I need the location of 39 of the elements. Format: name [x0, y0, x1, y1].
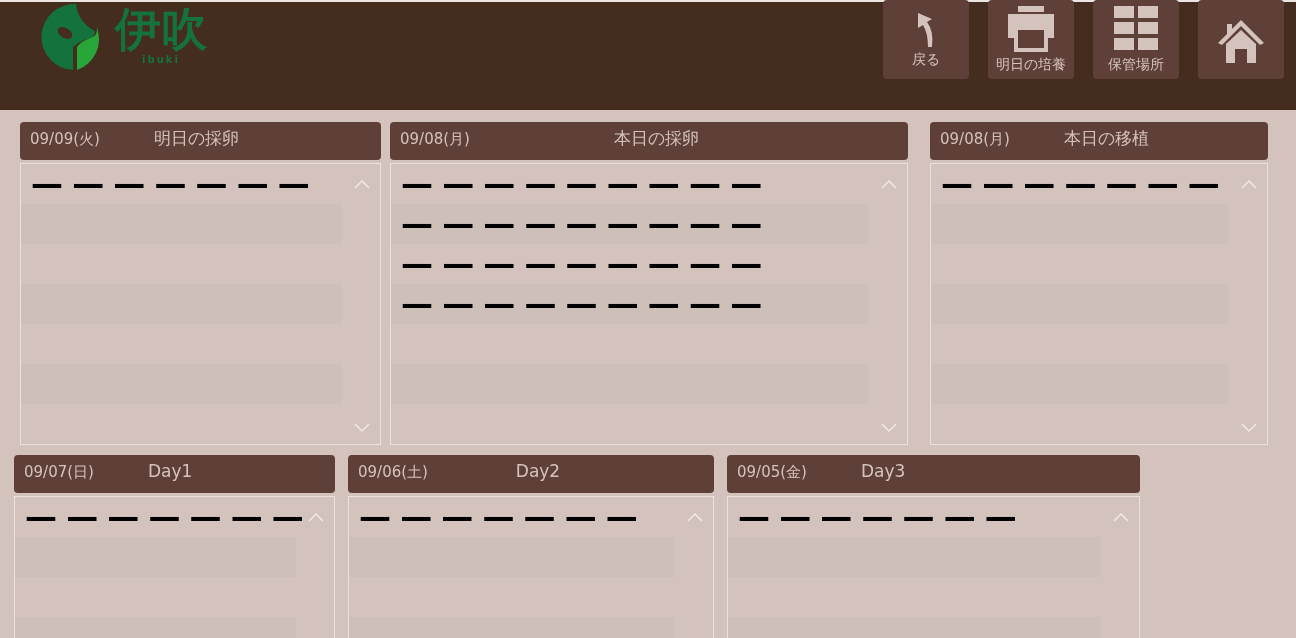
placeholder-dashes: — — — — — — — — [359, 507, 637, 527]
panel-title: 本日の移植 — [1064, 127, 1150, 150]
logo-subtext: ibuki — [142, 55, 180, 65]
panel-date: 09/06(土) — [358, 462, 429, 483]
chevron-up-icon[interactable] — [881, 180, 897, 189]
toolbar-button[interactable]: 保管場所 — [1093, 0, 1179, 79]
placeholder-dashes: — — — — — — — — — — [401, 254, 762, 274]
chevron-up-icon[interactable] — [1241, 180, 1257, 189]
printer-icon — [1006, 6, 1056, 52]
home-button[interactable] — [1198, 0, 1284, 79]
grid-icon — [1112, 6, 1160, 52]
panel-date: 09/08(月) — [400, 129, 471, 150]
home-icon — [1217, 17, 1265, 64]
chevron-up-icon[interactable] — [1113, 513, 1129, 522]
toolbar-button[interactable]: 戻る — [883, 0, 969, 79]
chevron-down-icon[interactable] — [1241, 423, 1257, 432]
chevron-down-icon[interactable] — [881, 423, 897, 432]
panel-date: 09/09(火) — [30, 129, 101, 150]
placeholder-dashes: — — — — — — — — — — [401, 214, 762, 234]
panel-date: 09/08(月) — [940, 129, 1011, 150]
placeholder-dashes: — — — — — — — — [25, 507, 303, 527]
placeholder-dashes: — — — — — — — — [31, 174, 309, 194]
placeholder-dashes: — — — — — — — — [941, 174, 1219, 194]
toolbar-button[interactable]: 明日の培養 — [988, 0, 1074, 79]
panel-title: Day3 — [861, 460, 907, 483]
chevron-up-icon[interactable] — [354, 180, 370, 189]
placeholder-dashes: — — — — — — — — [738, 507, 1016, 527]
panel-title: Day1 — [148, 460, 194, 483]
placeholder-dashes: — — — — — — — — — — [401, 174, 762, 194]
panel-date: 09/07(日) — [24, 462, 95, 483]
panel-title: 本日の採卵 — [612, 127, 700, 150]
chevron-up-icon[interactable] — [308, 513, 324, 522]
panel-title: 明日の採卵 — [154, 127, 240, 150]
chevron-up-icon[interactable] — [687, 513, 703, 522]
panel-date: 09/05(金) — [737, 462, 808, 483]
logo-text: 伊吹 — [115, 3, 207, 55]
placeholder-dashes: — — — — — — — — — — [401, 294, 762, 314]
panel-title: Day2 — [514, 460, 562, 483]
chevron-down-icon[interactable] — [354, 423, 370, 432]
